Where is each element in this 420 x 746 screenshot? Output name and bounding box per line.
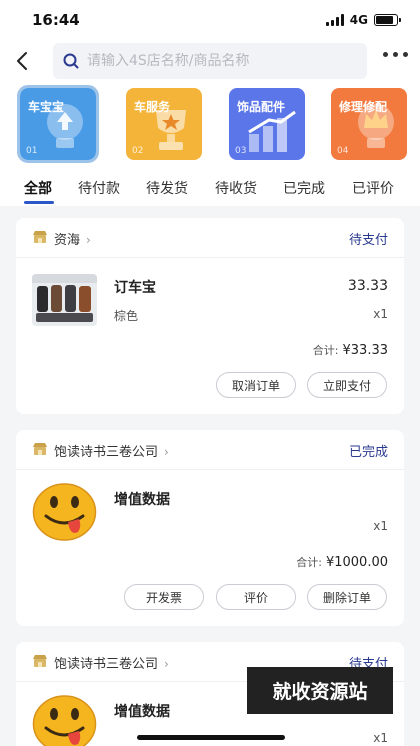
tab-indicator — [24, 201, 54, 204]
shop-name: 饱读诗书三卷公司 › — [54, 445, 169, 460]
category-card-1[interactable]: 车服务 02 — [126, 88, 202, 160]
network-type: 4G — [349, 13, 368, 27]
back-button[interactable] — [10, 48, 34, 74]
tab-pending-receipt[interactable]: 待收货 — [215, 178, 257, 198]
category-num: 02 — [132, 146, 144, 156]
category-card-2[interactable]: 饰品配件 03 — [229, 88, 305, 160]
chevron-left-icon — [17, 52, 27, 70]
order-card: 资海 › 待支付 订车宝 棕色 33.33 x1 合计: ¥33.33 取消订单 立… — [16, 218, 404, 414]
seat-covers-image — [32, 274, 97, 326]
shop-icon — [33, 655, 47, 667]
order-card-header[interactable]: 饱读诗书三卷公司 › 已完成 — [16, 430, 404, 470]
tab-completed[interactable]: 已完成 — [283, 178, 325, 198]
lightbulb-upload-icon — [47, 104, 83, 148]
more-button[interactable] — [383, 52, 408, 57]
product-qty: x1 — [373, 307, 388, 321]
nav-bar — [0, 40, 420, 82]
order-total: 合计: ¥1000.00 — [296, 555, 388, 570]
chevron-right-icon: › — [164, 445, 169, 459]
shop-icon — [33, 231, 47, 243]
category-strip: 车宝宝 01 车服务 02 饰品配件 03 修理修配 04 — [0, 82, 420, 168]
order-total: 合计: ¥33.33 — [312, 343, 388, 358]
cancel-order-button[interactable]: 取消订单 — [216, 372, 296, 398]
issue-invoice-button[interactable]: 开发票 — [124, 584, 204, 610]
tab-pending-shipment[interactable]: 待发货 — [146, 178, 188, 198]
search-input[interactable] — [87, 53, 357, 69]
order-status: 待支付 — [348, 233, 388, 248]
category-num: 03 — [235, 146, 247, 156]
product-qty: x1 — [373, 731, 388, 745]
product-spec: 棕色 — [114, 309, 139, 323]
battery-icon — [374, 14, 401, 26]
category-num: 04 — [337, 146, 349, 156]
order-card: 饱读诗书三卷公司 › 已完成 增值数据 x1 合计: ¥1000.00 开发票 评价… — [16, 430, 404, 626]
shop-name: 饱读诗书三卷公司 › — [54, 657, 169, 672]
order-status: 已完成 — [348, 445, 388, 460]
trophy-star-icon — [156, 110, 186, 150]
product-price: 33.33 — [347, 278, 388, 294]
signal-icon — [325, 14, 344, 26]
shop-name: 资海 › — [54, 233, 91, 248]
product-name[interactable]: 增值数据 — [114, 489, 170, 509]
search-box[interactable] — [53, 43, 367, 79]
tab-reviewed[interactable]: 已评价 — [352, 178, 394, 198]
product-image[interactable] — [32, 694, 97, 746]
pay-now-button[interactable]: 立即支付 — [307, 372, 387, 398]
review-button[interactable]: 评价 — [216, 584, 296, 610]
delete-order-button[interactable]: 删除订单 — [307, 584, 387, 610]
search-icon — [63, 53, 79, 69]
order-tabs: 全部 待付款 待发货 待收货 已完成 已评价 — [0, 168, 420, 206]
status-time: 16:44 — [32, 11, 80, 29]
product-image[interactable] — [32, 482, 97, 542]
status-indicators: 4G — [325, 13, 401, 27]
tongue-emoji-icon — [32, 483, 97, 541]
tongue-emoji-icon — [32, 695, 97, 746]
shop-icon — [33, 443, 47, 455]
bar-growth-icon — [248, 110, 296, 152]
watermark-badge: 就收资源站 — [247, 667, 393, 714]
category-num: 01 — [26, 146, 38, 156]
order-card-header[interactable]: 资海 › 待支付 — [16, 218, 404, 258]
product-name[interactable]: 增值数据 — [114, 701, 170, 721]
product-name[interactable]: 订车宝 — [114, 277, 156, 297]
chevron-right-icon: › — [164, 657, 169, 671]
category-card-3[interactable]: 修理修配 04 — [331, 88, 407, 160]
more-dots-icon — [383, 52, 388, 57]
status-bar: 16:44 4G — [0, 0, 420, 40]
chevron-right-icon: › — [86, 233, 91, 247]
lightbulb-crown-icon — [358, 104, 394, 148]
product-image[interactable] — [32, 274, 97, 326]
home-indicator[interactable] — [137, 735, 285, 740]
category-card-0[interactable]: 车宝宝 01 — [17, 85, 99, 163]
tab-all[interactable]: 全部 — [24, 178, 52, 198]
product-qty: x1 — [373, 519, 388, 533]
tab-pending-payment[interactable]: 待付款 — [78, 178, 120, 198]
